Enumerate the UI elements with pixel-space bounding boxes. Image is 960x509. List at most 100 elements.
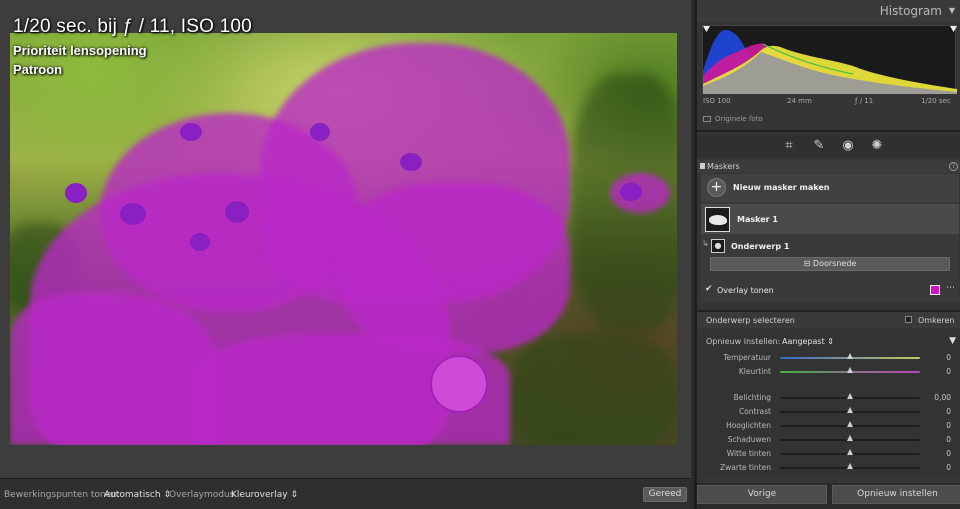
slider-label: Belichting (733, 393, 771, 402)
photo-mode-info: Prioriteit lensopening (13, 43, 147, 58)
slider-row: Hooglichten 0 (697, 420, 960, 432)
masks-panel-header[interactable]: Maskers ? (697, 160, 960, 173)
photo-canvas-area: 1/20 sec. bij ƒ / 11, ISO 100 Prioriteit… (0, 0, 691, 478)
new-mask-row[interactable]: + Nieuw masker maken (701, 174, 959, 202)
masks-title: Maskers (707, 162, 740, 171)
more-options-icon[interactable]: ⋯ (946, 283, 955, 293)
edit-points-label: Bewerkingspunten tonen: (4, 490, 120, 500)
overlay-label: Overlay tonen (717, 286, 774, 295)
reset-button[interactable]: Opnieuw instellen (832, 485, 960, 504)
mask-item-mask1[interactable]: Masker 1 (701, 204, 959, 234)
slider-value[interactable]: 0 (946, 449, 951, 458)
slider-value[interactable]: 0 (946, 463, 951, 472)
slider-row: Contrast 0 (697, 406, 960, 418)
help-icon[interactable]: ? (949, 162, 958, 171)
slider-label: Kleurtint (738, 367, 771, 376)
dropdown-arrows-icon: ⇕ (290, 490, 298, 500)
focal-length-value: 24 mm (787, 97, 812, 105)
aperture-value: ƒ / 11 (855, 97, 874, 105)
histogram-title: Histogram (879, 4, 942, 18)
dropdown-arrows-icon: ⇕ (827, 337, 834, 346)
slider-thumb[interactable] (847, 435, 853, 441)
histogram-stats: ISO 100 24 mm ƒ / 11 1/20 sec (703, 97, 957, 108)
new-mask-label: Nieuw masker maken (733, 183, 830, 192)
person-icon[interactable]: ● (711, 239, 725, 253)
mask1-thumbnail[interactable] (705, 207, 730, 232)
previous-button[interactable]: Vorige (697, 485, 827, 504)
flower-cluster (400, 153, 422, 171)
checkmark-icon[interactable]: ✔ (705, 284, 713, 294)
edit-points-dropdown[interactable]: Automatisch ⇕ (104, 490, 171, 500)
original-photo-toggle[interactable]: Originele foto (703, 115, 763, 123)
photo-exposure-info: 1/20 sec. bij ƒ / 11, ISO 100 (13, 16, 252, 37)
red-eye-icon[interactable]: ◉ (840, 138, 856, 154)
panel-bottom-buttons: Vorige Opnieuw instellen (697, 483, 960, 509)
masking-icon[interactable]: ✺ (869, 138, 885, 154)
mask1-label: Masker 1 (737, 215, 778, 224)
select-subject-button[interactable]: Onderwerp selecteren (706, 316, 795, 325)
slider-thumb[interactable] (847, 367, 853, 373)
slider-row: Schaduwen 0 (697, 434, 960, 446)
photo-preview[interactable] (10, 33, 677, 445)
preset-value: Aangepast (782, 337, 825, 346)
slider-value[interactable]: 0 (946, 435, 951, 444)
slider-value[interactable]: 0 (946, 367, 951, 376)
panel-square-icon (700, 163, 705, 169)
slider-value[interactable]: 0 (946, 353, 951, 362)
mask-overlay-region (10, 293, 220, 445)
flower-cluster (620, 183, 642, 201)
original-photo-checkbox[interactable] (703, 116, 711, 122)
expand-triangle-icon[interactable]: ▼ (949, 336, 956, 346)
ground-foliage (510, 333, 677, 445)
mask-overlay-region (340, 183, 570, 353)
right-panel: Histogram ▼ ISO 100 24 mm ƒ / 11 1/20 se… (694, 0, 960, 509)
tool-strip: ⌗ ✎ ◉ ✺ (697, 134, 960, 158)
slider-row: Kleurtint 0 (697, 366, 960, 378)
slider-thumb[interactable] (847, 393, 853, 399)
invert-checkbox[interactable] (905, 316, 912, 323)
slider-row: Temperatuur 0 (697, 352, 960, 364)
flower-cluster (180, 123, 202, 141)
preset-dropdown[interactable]: Aangepast ⇕ (782, 337, 834, 346)
iso-value: ISO 100 (703, 97, 731, 105)
slider-value[interactable]: 0 (946, 421, 951, 430)
done-button[interactable]: Gereed (643, 487, 687, 502)
flower-highlight (430, 355, 488, 413)
mask-list: + Nieuw masker maken Masker 1 ↳ ● Onderw… (701, 174, 959, 302)
slider-label: Witte tinten (726, 449, 771, 458)
reset-label: Opnieuw instellen: (706, 337, 781, 346)
slider-thumb[interactable] (847, 407, 853, 413)
slider-row: Zwarte tinten 0 (697, 462, 960, 474)
intersect-label: Doorsnede (812, 259, 857, 268)
overlay-toggle-row: ✔ Overlay tonen ⋯ (701, 282, 959, 298)
slider-value[interactable]: 0 (946, 407, 951, 416)
collapse-triangle-icon[interactable]: ▼ (949, 6, 955, 15)
shutter-value: 1/20 sec (921, 97, 951, 105)
slider-thumb[interactable] (847, 463, 853, 469)
overlay-color-swatch[interactable] (930, 285, 940, 295)
histogram-header[interactable]: Histogram (697, 0, 960, 22)
photo-pattern-info: Patroon (13, 62, 63, 77)
invert-label: Omkeren (918, 316, 955, 325)
healing-icon[interactable]: ✎ (811, 138, 827, 154)
add-mask-plus-icon[interactable]: + (707, 178, 726, 197)
original-photo-label: Originele foto (715, 115, 763, 123)
crop-icon[interactable]: ⌗ (781, 138, 797, 154)
slider-thumb[interactable] (847, 353, 853, 359)
slider-label: Contrast (738, 407, 771, 416)
slider-label: Zwarte tinten (720, 463, 771, 472)
edit-points-value: Automatisch (104, 490, 161, 500)
slider-thumb[interactable] (847, 449, 853, 455)
overlay-mode-dropdown[interactable]: Kleuroverlay ⇕ (231, 490, 298, 500)
overlay-mode-label: Overlaymodus (169, 490, 235, 500)
slider-value[interactable]: 0,00 (934, 393, 951, 402)
select-subject-row: Onderwerp selecteren Omkeren (697, 310, 960, 328)
histogram-graph[interactable] (702, 25, 957, 94)
slider-label: Temperatuur (723, 353, 771, 362)
mask-component-subject1[interactable]: ↳ ● Onderwerp 1 (701, 236, 959, 258)
slider-row: Belichting 0,00 (697, 392, 960, 404)
intersect-button[interactable]: ⊟ Doorsnede (710, 257, 950, 271)
adjustments-panel: Opnieuw instellen: Aangepast ⇕ ▼ Tempera… (697, 334, 960, 477)
slider-thumb[interactable] (847, 421, 853, 427)
intersect-icon: ⊟ (803, 259, 811, 268)
